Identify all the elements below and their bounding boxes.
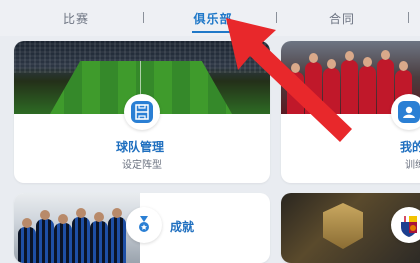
top-tab-bar: 比赛 俱乐部 合同 <box>0 0 420 36</box>
team-management-title: 球队管理 <box>116 140 165 154</box>
tab-contracts[interactable]: 合同 <box>329 10 355 27</box>
tab-club[interactable]: 俱乐部 <box>193 10 232 27</box>
my-team-card[interactable]: 我的球 训练 <box>281 41 420 183</box>
tab-divider <box>408 12 409 23</box>
tab-matches[interactable]: 比赛 <box>63 10 89 27</box>
medal-icon <box>126 207 162 243</box>
achievements-card[interactable]: 成就 <box>14 193 270 263</box>
tab-divider <box>276 12 277 23</box>
club-card[interactable] <box>281 193 420 263</box>
my-team-title: 我的球 <box>400 140 420 154</box>
active-tab-indicator <box>192 31 236 33</box>
tab-divider <box>143 12 144 23</box>
my-team-subtitle: 训练 <box>405 160 420 171</box>
team-photo <box>14 193 140 263</box>
achievements-title: 成就 <box>170 220 195 234</box>
team-management-card[interactable]: 球队管理 设定阵型 <box>14 41 270 183</box>
team-management-subtitle: 设定阵型 <box>122 160 162 171</box>
pitch-icon <box>124 94 160 130</box>
club-crest-icon <box>391 207 420 243</box>
id-card-icon <box>391 94 420 130</box>
